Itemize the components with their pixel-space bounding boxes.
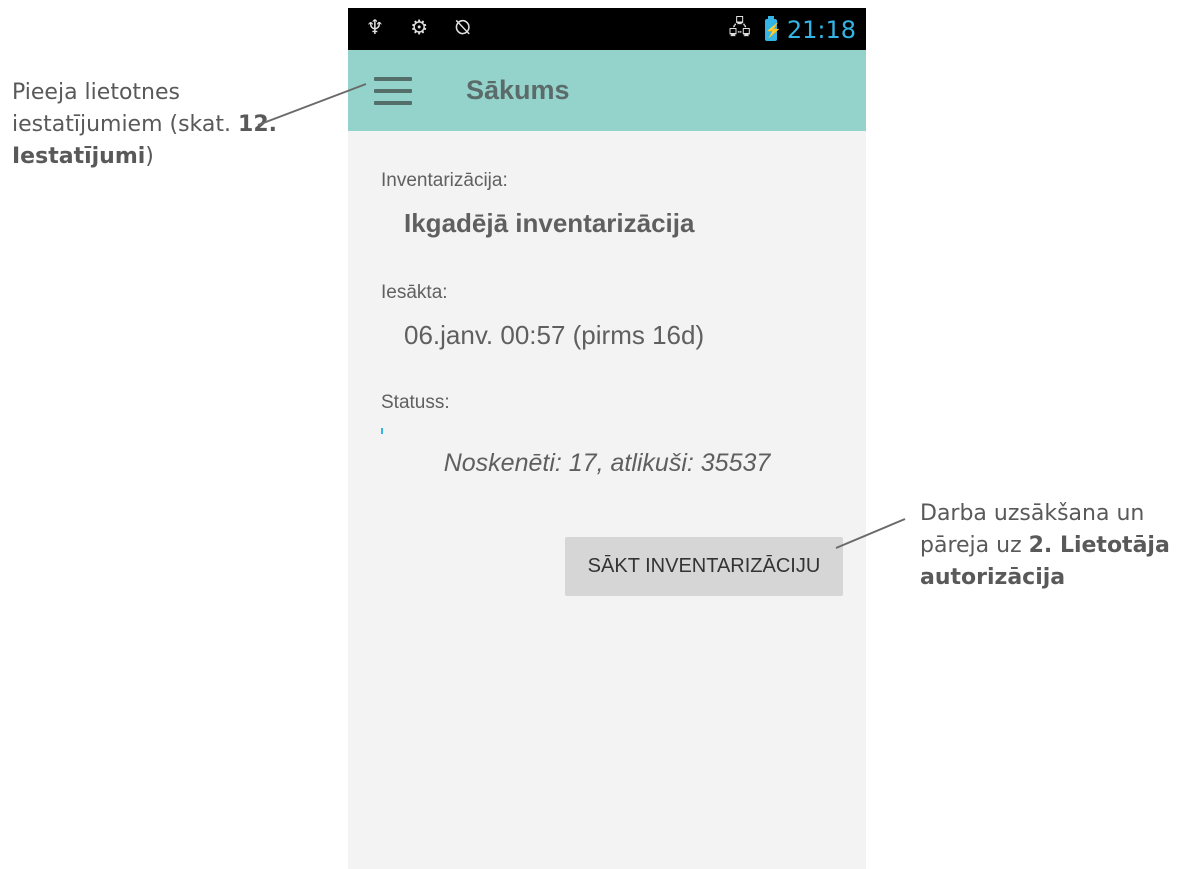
callout-line-start [835, 518, 906, 549]
callout-lines [257, 83, 906, 549]
callout-line-settings [257, 83, 367, 126]
